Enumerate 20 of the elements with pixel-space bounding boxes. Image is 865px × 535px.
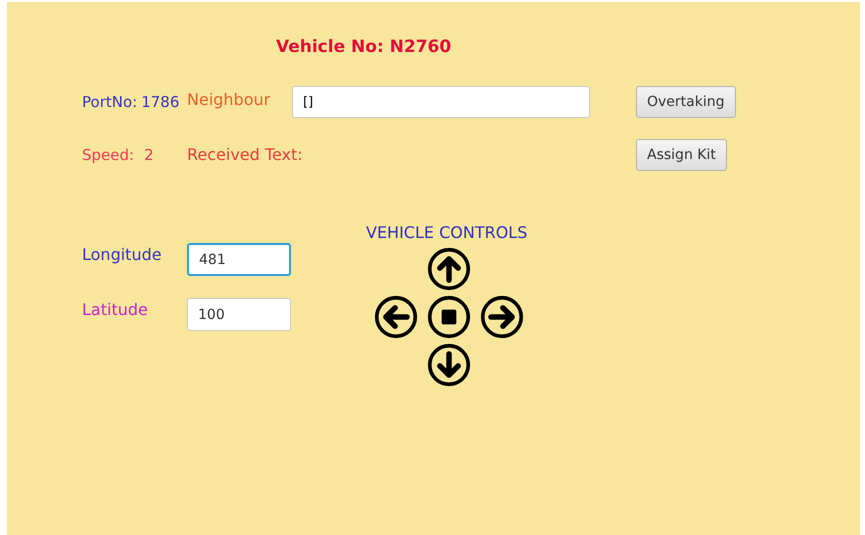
speed-value: 2 [144, 144, 154, 166]
assign-kit-button[interactable]: Assign Kit [636, 139, 727, 171]
speed-label: Speed: [82, 144, 134, 166]
left-arrow-button[interactable] [374, 295, 418, 339]
coordinate-label: Longitude [82, 244, 163, 266]
stop-button[interactable] [426, 295, 470, 339]
right-arrow-button[interactable] [480, 295, 524, 339]
coordinate-label: Latitude [82, 299, 149, 321]
neighbour-field[interactable]: [] [292, 86, 590, 118]
vehicle-number-title: Vehicle No: N2760 [276, 37, 452, 57]
port-value: 1786 [141, 92, 180, 113]
port-label: PortNo: [82, 92, 138, 113]
neighbour-label: Neighbour [187, 89, 272, 111]
coordinate-field[interactable]: 481 [187, 243, 291, 276]
down-arrow-button[interactable] [426, 343, 470, 387]
overtaking-button[interactable]: Overtaking [636, 86, 736, 118]
vehicle-controls-title: VEHICLE CONTROLS [366, 222, 528, 244]
received-text-label: Received Text: [187, 144, 304, 166]
up-arrow-button[interactable] [426, 247, 470, 291]
coordinate-field[interactable]: 100 [187, 298, 291, 331]
